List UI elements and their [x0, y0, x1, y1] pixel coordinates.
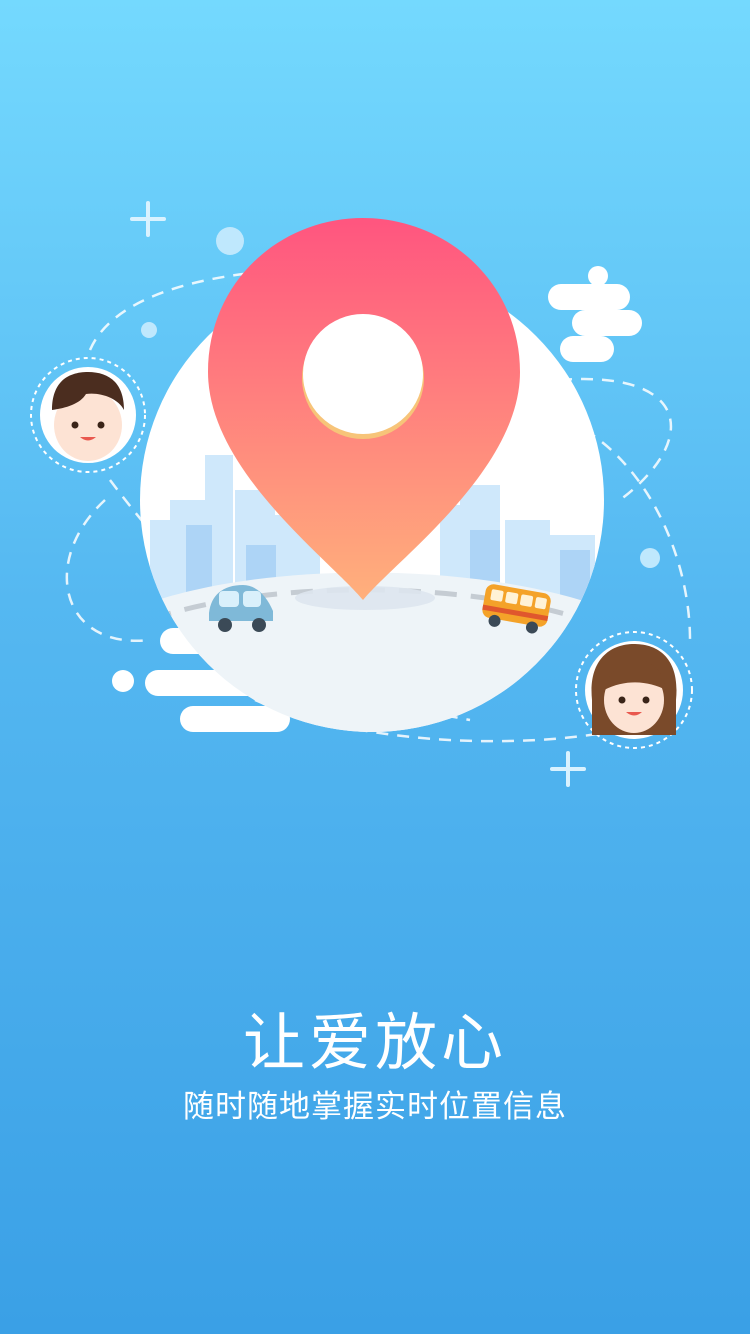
boy-avatar [30, 357, 146, 473]
location-illustration [30, 201, 693, 787]
page-subtitle: 随时随地掌握实时位置信息 [183, 1089, 567, 1125]
onboarding-screen: 让爱放心 随时随地掌握实时位置信息 [0, 0, 750, 1334]
page-title: 让爱放心 [242, 1006, 507, 1079]
girl-avatar [575, 631, 693, 749]
